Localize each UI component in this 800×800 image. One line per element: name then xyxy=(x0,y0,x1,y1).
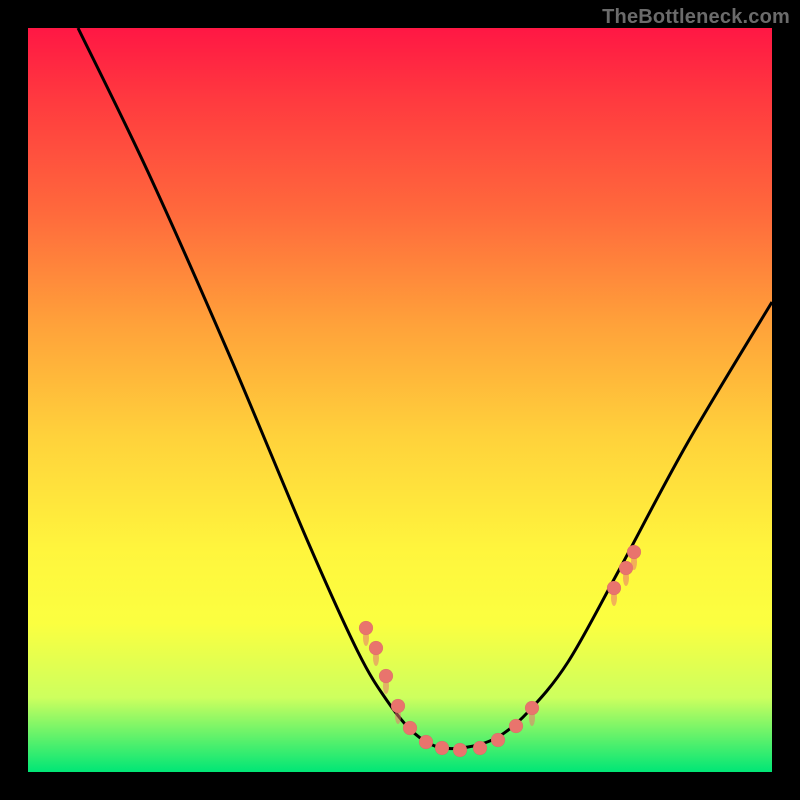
scatter-dot xyxy=(403,721,417,735)
scatter-dot xyxy=(359,621,373,635)
scatter-dot xyxy=(627,545,641,559)
watermark-text: TheBottleneck.com xyxy=(602,6,790,29)
scatter-dot xyxy=(619,561,633,575)
chart-frame: TheBottleneck.com xyxy=(0,0,800,800)
plot-area xyxy=(28,28,772,772)
scatter-dot xyxy=(379,669,393,683)
scatter-dot xyxy=(473,741,487,755)
scatter-dot xyxy=(419,735,433,749)
scatter-dot xyxy=(525,701,539,715)
scatter-dot xyxy=(391,699,405,713)
bottleneck-curve xyxy=(78,28,772,749)
scatter-dots xyxy=(359,545,641,757)
curve-svg xyxy=(28,28,772,772)
scatter-dot xyxy=(369,641,383,655)
scatter-dot xyxy=(509,719,523,733)
scatter-dot xyxy=(453,743,467,757)
scatter-dot xyxy=(607,581,621,595)
scatter-dot xyxy=(491,733,505,747)
scatter-dot xyxy=(435,741,449,755)
